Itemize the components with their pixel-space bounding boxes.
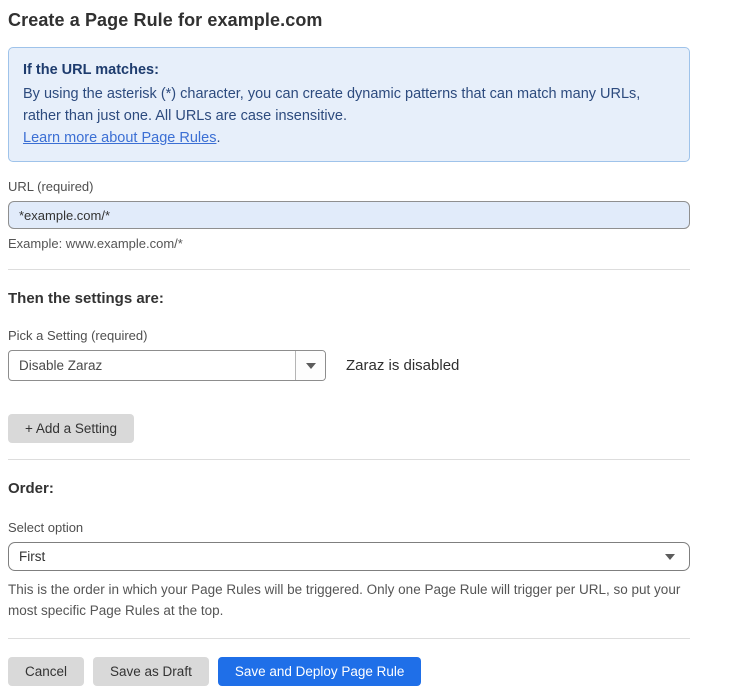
cancel-button[interactable]: Cancel	[8, 657, 84, 686]
save-and-deploy-button[interactable]: Save and Deploy Page Rule	[218, 657, 422, 686]
save-as-draft-button[interactable]: Save as Draft	[93, 657, 209, 686]
divider	[8, 459, 690, 460]
add-setting-button[interactable]: + Add a Setting	[8, 414, 134, 443]
divider	[8, 269, 690, 270]
info-box-body: By using the asterisk (*) character, you…	[23, 83, 675, 127]
chevron-down-icon	[665, 554, 675, 560]
page-rule-form: Create a Page Rule for example.com If th…	[8, 10, 690, 686]
info-box-heading: If the URL matches:	[23, 59, 675, 81]
url-field-label: URL (required)	[8, 179, 690, 194]
order-select[interactable]: First	[8, 542, 690, 571]
setting-status-text: Zaraz is disabled	[346, 357, 459, 374]
setting-select[interactable]: Disable Zaraz	[8, 350, 326, 381]
form-actions: Cancel Save as Draft Save and Deploy Pag…	[8, 657, 690, 686]
url-example-helper: Example: www.example.com/*	[8, 236, 690, 251]
link-period: .	[216, 130, 220, 146]
setting-picker-label: Pick a Setting (required)	[8, 328, 690, 343]
page-title: Create a Page Rule for example.com	[8, 10, 690, 31]
order-section-heading: Order:	[8, 480, 690, 497]
settings-section-heading: Then the settings are:	[8, 290, 690, 307]
url-input[interactable]	[8, 201, 690, 229]
setting-select-arrow-button[interactable]	[295, 351, 325, 380]
order-select-label: Select option	[8, 520, 690, 535]
learn-more-link[interactable]: Learn more about Page Rules	[23, 130, 216, 146]
url-match-info-box: If the URL matches: By using the asteris…	[8, 47, 690, 162]
chevron-down-icon	[306, 363, 316, 369]
info-box-link-line: Learn more about Page Rules.	[23, 127, 675, 149]
order-select-value: First	[19, 549, 45, 564]
order-helper-text: This is the order in which your Page Rul…	[8, 579, 690, 621]
setting-row: Disable Zaraz Zaraz is disabled	[8, 350, 690, 381]
divider	[8, 638, 690, 639]
setting-select-value: Disable Zaraz	[9, 351, 295, 380]
